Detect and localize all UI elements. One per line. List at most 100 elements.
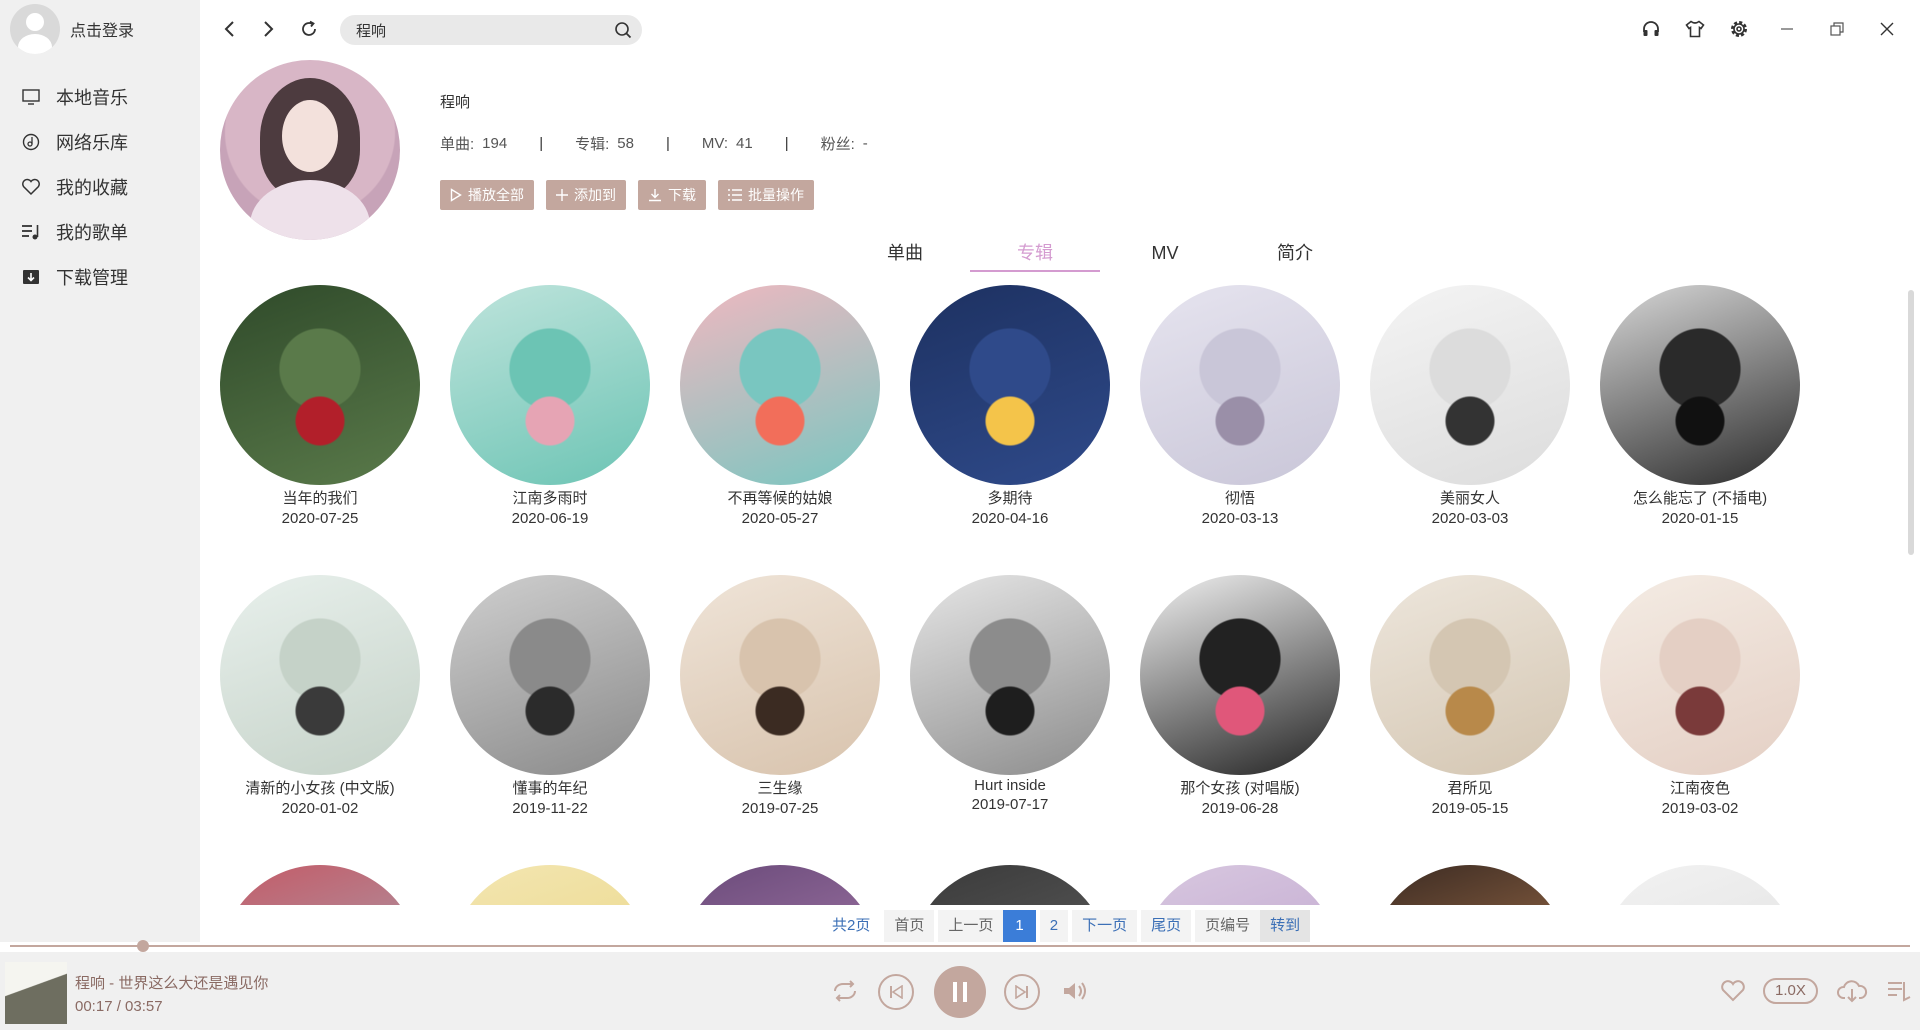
pause-button[interactable] [934,966,986,1018]
tab-singles[interactable]: 单曲 [840,238,970,272]
tab-mv[interactable]: MV [1100,238,1230,272]
album-card[interactable] [680,865,880,905]
album-card[interactable]: 懂事的年纪 2019-11-22 [450,575,650,817]
album-cover[interactable] [910,865,1110,905]
album-cover[interactable] [1370,865,1570,905]
sidebar-item-online-library[interactable]: 网络乐库 [0,119,200,164]
previous-track-button[interactable] [878,974,914,1010]
album-title[interactable]: 懂事的年纪 [450,777,650,798]
first-page-button[interactable]: 首页 [884,910,935,942]
playback-speed-button[interactable]: 1.0X [1763,978,1818,1004]
back-button[interactable] [216,16,242,42]
vertical-scrollbar[interactable] [1908,290,1914,555]
album-card[interactable]: 江南多雨时 2020-06-19 [450,285,650,527]
headphones-button[interactable] [1638,16,1664,42]
album-card[interactable] [1140,865,1340,905]
minimize-button[interactable] [1774,16,1800,42]
cloud-download-button[interactable] [1835,976,1869,1006]
tab-intro[interactable]: 简介 [1230,238,1360,272]
album-card[interactable] [220,865,420,905]
album-cover[interactable] [1140,575,1340,775]
album-cover[interactable] [220,285,420,485]
album-cover[interactable] [1140,285,1340,485]
sidebar-item-local-music[interactable]: 本地音乐 [0,74,200,119]
volume-button[interactable] [1058,974,1092,1008]
like-button[interactable] [1718,976,1748,1006]
album-title[interactable]: 江南多雨时 [450,487,650,508]
loop-mode-button[interactable] [828,974,862,1008]
album-cover[interactable] [1600,285,1800,485]
album-card[interactable]: 不再等候的姑娘 2020-05-27 [680,285,880,527]
last-page-button[interactable]: 尾页 [1141,910,1192,942]
now-playing-title[interactable]: 程响 - 世界这么大还是遇见你 [75,972,268,993]
playlist-queue-button[interactable] [1884,976,1914,1006]
next-track-button[interactable] [1004,974,1040,1010]
album-title[interactable]: 不再等候的姑娘 [680,487,880,508]
now-playing-cover[interactable] [5,962,67,1024]
playback-progress-bar[interactable] [10,945,1910,947]
album-title[interactable]: 君所见 [1370,777,1570,798]
album-title[interactable]: 那个女孩 (对唱版) [1140,777,1340,798]
album-card[interactable]: Hurt inside 2019-07-17 [910,575,1110,813]
album-card[interactable]: 三生缘 2019-07-25 [680,575,880,817]
close-button[interactable] [1874,16,1900,42]
album-cover[interactable] [220,865,420,905]
album-cover[interactable] [220,575,420,775]
settings-button[interactable] [1726,16,1752,42]
album-card[interactable] [1370,865,1570,905]
album-card[interactable] [450,865,650,905]
album-cover[interactable] [910,285,1110,485]
album-cover[interactable] [1370,285,1570,485]
album-card[interactable] [910,865,1110,905]
album-cover[interactable] [1600,575,1800,775]
download-button[interactable]: 下载 [638,180,706,210]
search-input[interactable] [356,15,606,45]
album-title[interactable]: Hurt inside [910,777,1110,794]
album-card[interactable]: 怎么能忘了 (不插电) 2020-01-15 [1600,285,1800,527]
album-card[interactable]: 多期待 2020-04-16 [910,285,1110,527]
album-cover[interactable] [680,575,880,775]
tab-albums[interactable]: 专辑 [970,238,1100,272]
play-all-button[interactable]: 播放全部 [440,180,534,210]
album-card[interactable]: 清新的小女孩 (中文版) 2020-01-02 [220,575,420,817]
add-to-button[interactable]: 添加到 [546,180,626,210]
album-cover[interactable] [1370,575,1570,775]
go-to-page-button[interactable]: 转到 [1260,910,1311,942]
album-title[interactable]: 江南夜色 [1600,777,1800,798]
playback-progress-handle[interactable] [137,940,149,952]
album-card[interactable]: 美丽女人 2020-03-03 [1370,285,1570,527]
album-cover[interactable] [450,575,650,775]
page-button-2[interactable]: 2 [1039,910,1069,942]
album-cover[interactable] [450,865,650,905]
sidebar-item-favorites[interactable]: 我的收藏 [0,164,200,209]
sidebar-item-playlists[interactable]: 我的歌单 [0,209,200,254]
album-title[interactable]: 彻悟 [1140,487,1340,508]
album-card[interactable]: 君所见 2019-05-15 [1370,575,1570,817]
prev-page-button[interactable]: 上一页 [938,910,1004,942]
album-title[interactable]: 清新的小女孩 (中文版) [220,777,420,798]
album-cover[interactable] [910,575,1110,775]
sidebar-item-downloads[interactable]: 下载管理 [0,254,200,299]
album-title[interactable]: 多期待 [910,487,1110,508]
page-number-input[interactable]: 页编号 [1195,910,1261,942]
album-card[interactable]: 江南夜色 2019-03-02 [1600,575,1800,817]
batch-operation-button[interactable]: 批量操作 [718,180,814,210]
page-button-1[interactable]: 1 [1003,910,1036,942]
forward-button[interactable] [256,16,282,42]
album-cover[interactable] [1140,865,1340,905]
album-cover[interactable] [1600,865,1800,905]
album-card[interactable]: 当年的我们 2020-07-25 [220,285,420,527]
login-button[interactable]: 点击登录 [10,4,134,54]
album-title[interactable]: 三生缘 [680,777,880,798]
album-card[interactable] [1600,865,1800,905]
album-cover[interactable] [450,285,650,485]
album-card[interactable]: 那个女孩 (对唱版) 2019-06-28 [1140,575,1340,817]
search-icon[interactable] [614,21,632,39]
album-title[interactable]: 怎么能忘了 (不插电) [1600,487,1800,508]
album-title[interactable]: 美丽女人 [1370,487,1570,508]
refresh-button[interactable] [296,16,322,42]
album-card[interactable]: 彻悟 2020-03-13 [1140,285,1340,527]
skin-button[interactable] [1682,16,1708,42]
album-title[interactable]: 当年的我们 [220,487,420,508]
next-page-button[interactable]: 下一页 [1072,910,1138,942]
